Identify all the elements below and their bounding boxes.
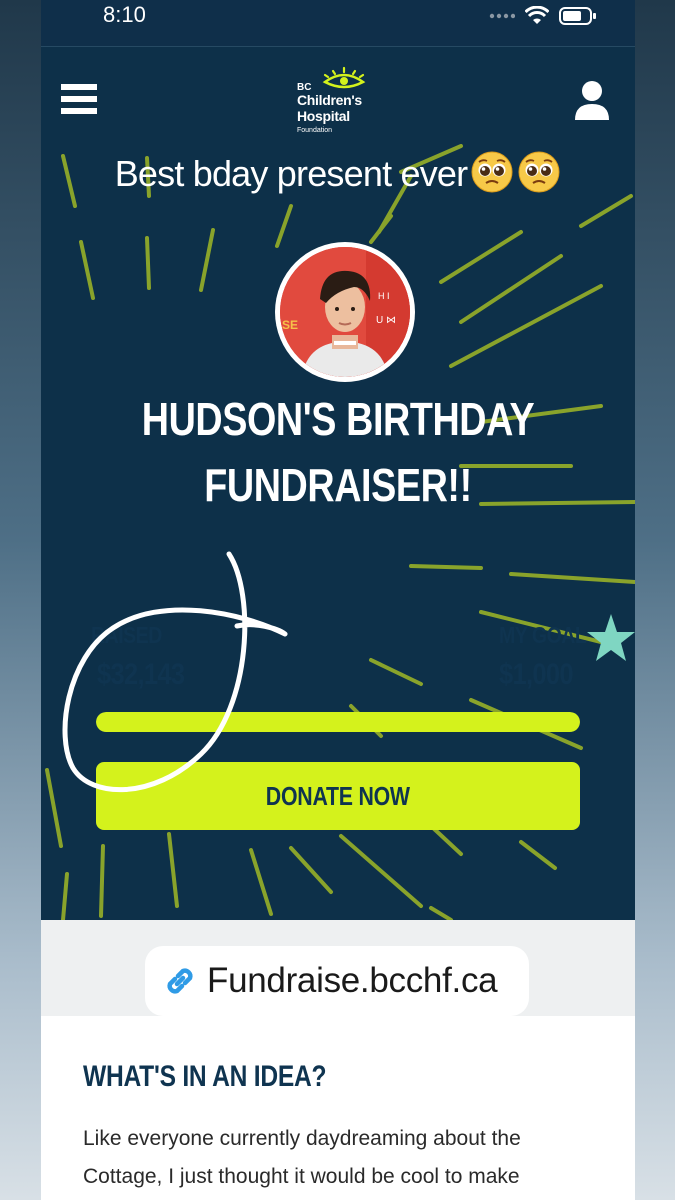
story-caption: Best bday present ever bbox=[41, 150, 635, 195]
account-button[interactable] bbox=[573, 80, 611, 122]
link-sticker[interactable]: Fundraise.bcchf.ca bbox=[145, 946, 529, 1016]
donate-label: DONATE NOW bbox=[265, 780, 411, 811]
person-portrait: SE H I U ⋈ bbox=[280, 247, 410, 377]
fundraiser-hero: BC Children's Hospital Foundation Best b… bbox=[41, 46, 635, 920]
user-icon bbox=[575, 81, 609, 120]
logo-line-foundation: Foundation bbox=[297, 127, 333, 134]
bcchf-logo[interactable]: BC Children's Hospital Foundation bbox=[297, 66, 397, 142]
status-time: 8:10 bbox=[103, 2, 146, 27]
progress-fill bbox=[96, 712, 580, 732]
status-icons bbox=[489, 6, 597, 26]
logo-line-childrens: Children's bbox=[297, 92, 362, 108]
svg-text:U ⋈: U ⋈ bbox=[376, 315, 396, 326]
signal-icon bbox=[489, 13, 515, 19]
fundraiser-avatar: SE H I U ⋈ bbox=[275, 242, 415, 382]
status-bar: 8:10 bbox=[41, 0, 635, 46]
star-decoration bbox=[587, 614, 635, 661]
svg-text:SE: SE bbox=[282, 318, 298, 332]
hamburger-menu-icon bbox=[61, 84, 97, 90]
title-line-1: HUDSON'S BIRTHDAY bbox=[141, 393, 535, 445]
phone-screen: 8:10 BC Children's Hospital Foundation B… bbox=[41, 0, 635, 1200]
link-text: Fundraise.bcchf.ca bbox=[207, 961, 498, 1000]
link-icon bbox=[167, 968, 193, 994]
goal-amount: $1,000 bbox=[499, 658, 574, 691]
progress-bar bbox=[96, 712, 580, 732]
raised-label: RAISED bbox=[91, 622, 162, 648]
about-section: WHAT'S IN AN IDEA? Like everyone current… bbox=[41, 1016, 635, 1200]
raised-amount: $32,143 bbox=[97, 658, 185, 691]
pleading-face-emoji bbox=[471, 151, 513, 193]
svg-text:H I: H I bbox=[378, 291, 390, 301]
section-body: Like everyone currently daydreaming abou… bbox=[83, 1127, 521, 1188]
menu-button[interactable] bbox=[61, 84, 97, 118]
logo-line-hospital: Hospital bbox=[297, 108, 350, 124]
goal-label: MY GOAL bbox=[499, 622, 587, 648]
hamburger-bar bbox=[61, 96, 97, 102]
fundraiser-title: HUDSON'S BIRTHDAY FUNDRAISER!! bbox=[94, 386, 581, 518]
avatar-photo: SE H I U ⋈ bbox=[280, 247, 410, 377]
battery-icon bbox=[559, 7, 596, 25]
pleading-face-emoji bbox=[518, 151, 560, 193]
caption-text: Best bday present ever bbox=[114, 153, 468, 194]
wifi-icon bbox=[525, 6, 549, 24]
sun-eye-icon bbox=[322, 66, 366, 89]
title-line-2: FUNDRAISER!! bbox=[204, 459, 472, 511]
hamburger-bar bbox=[61, 108, 97, 114]
section-heading: WHAT'S IN AN IDEA? bbox=[83, 1060, 327, 1093]
donate-now-button[interactable]: DONATE NOW bbox=[96, 762, 580, 830]
